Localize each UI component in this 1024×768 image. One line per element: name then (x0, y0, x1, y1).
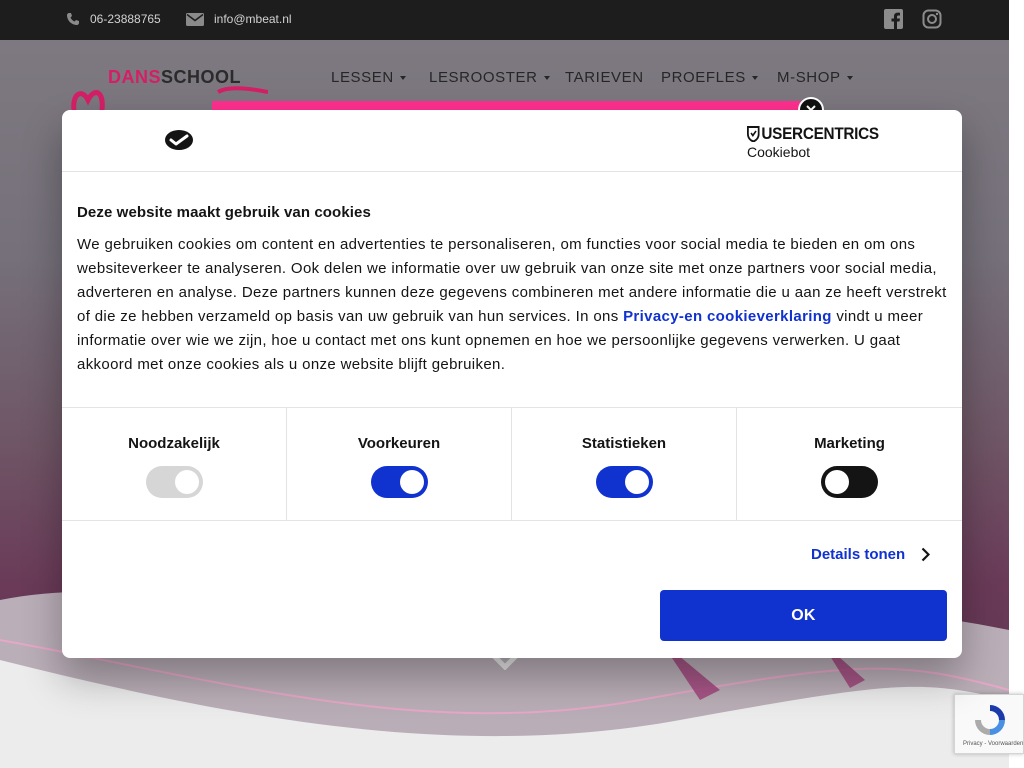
nav-label: M-SHOP (777, 69, 841, 86)
dialog-header: USERCENTRICS Cookiebot (62, 110, 962, 172)
details-label: Details tonen (811, 546, 906, 563)
chevron-right-icon (921, 547, 931, 562)
email-address: info@mbeat.nl (214, 12, 292, 26)
chevron-down-icon (846, 75, 853, 80)
shield-icon (747, 126, 760, 142)
dialog-description: We gebruiken cookies om content en adver… (77, 233, 947, 377)
phone-number: 06-23888765 (90, 12, 161, 26)
toggle-knob (625, 470, 649, 494)
dialog-title: Deze website maakt gebruik van cookies (77, 204, 371, 221)
envelope-icon (186, 12, 204, 26)
preferences-toggle[interactable] (371, 466, 428, 498)
cookiebot-logo-icon (165, 130, 193, 150)
facebook-link[interactable] (884, 9, 903, 34)
phone-icon (67, 13, 79, 25)
recaptcha-icon (975, 705, 1005, 735)
scrollbar[interactable] (1009, 0, 1024, 768)
email-contact[interactable]: info@mbeat.nl (186, 12, 292, 26)
recaptcha-footer[interactable]: Privacy - Voorwaarden (963, 741, 1023, 747)
nav-item-lesrooster[interactable]: LESROOSTER (429, 69, 550, 86)
statistics-toggle[interactable] (596, 466, 653, 498)
chevron-down-icon (399, 75, 406, 80)
facebook-icon (884, 9, 903, 29)
consent-categories: Noodzakelijk Voorkeuren Statistieken Mar… (62, 407, 962, 521)
nav-item-m-shop[interactable]: M-SHOP (777, 69, 853, 86)
chevron-down-icon (751, 75, 758, 80)
cookiebot-name: Cookiebot (747, 144, 811, 160)
category-label: Statistieken (581, 435, 667, 452)
cookie-consent-dialog: USERCENTRICS Cookiebot Deze website maak… (62, 110, 962, 658)
nav-item-tarieven[interactable]: TARIEVEN (565, 69, 644, 86)
toggle-knob (825, 470, 849, 494)
toggle-knob (175, 470, 199, 494)
category-voorkeuren: Voorkeuren (287, 408, 512, 520)
category-marketing: Marketing (737, 408, 962, 520)
phone-contact[interactable]: 06-23888765 (66, 12, 161, 26)
nav-label: PROEFLES (661, 69, 746, 86)
chevron-down-icon (543, 75, 550, 80)
category-label: Voorkeuren (357, 435, 441, 452)
nav-item-proefles[interactable]: PROEFLES (661, 69, 758, 86)
category-label: Noodzakelijk (128, 435, 220, 452)
category-label: Marketing (814, 435, 885, 452)
recaptcha-badge[interactable]: Privacy - Voorwaarden (954, 694, 1024, 754)
ok-button[interactable]: OK (660, 590, 947, 641)
nav-label: LESROOSTER (429, 69, 538, 86)
toggle-knob (400, 470, 424, 494)
dialog-body: Deze website maakt gebruik van cookies W… (77, 204, 947, 377)
category-statistieken: Statistieken (512, 408, 737, 520)
nav-label: LESSEN (331, 69, 394, 86)
instagram-icon (922, 9, 942, 29)
necessary-toggle (146, 466, 203, 498)
category-noodzakelijk: Noodzakelijk (62, 408, 287, 520)
privacy-policy-link[interactable]: Privacy-en cookieverklaring (623, 308, 832, 325)
top-bar: 06-23888765 info@mbeat.nl (0, 0, 1009, 40)
usercentrics-name: USERCENTRICS (761, 124, 879, 143)
usercentrics-logo: USERCENTRICS Cookiebot (747, 124, 894, 160)
marketing-toggle[interactable] (821, 466, 878, 498)
instagram-link[interactable] (922, 9, 942, 34)
nav-label: TARIEVEN (565, 69, 644, 86)
show-details-link[interactable]: Details tonen (811, 546, 931, 563)
nav-item-lessen[interactable]: LESSEN (331, 69, 406, 86)
